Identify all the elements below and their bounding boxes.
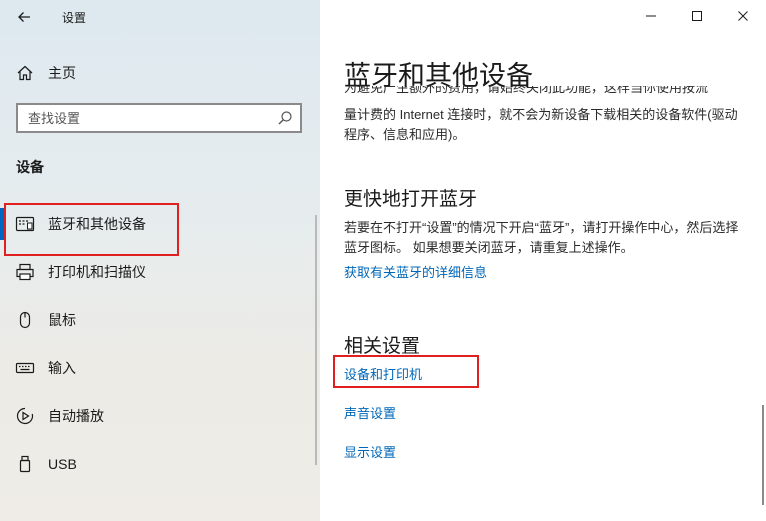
metered-text: 量计费的 Internet 连接时，就不会为新设备下载相关的设备软件(驱动程序、…	[344, 107, 738, 142]
back-arrow-icon	[18, 12, 30, 22]
sidebar-item-printers[interactable]: 打印机和扫描仪	[0, 252, 320, 292]
app-title: 设置	[62, 11, 87, 25]
search-input[interactable]	[18, 105, 278, 131]
related-settings-heading: 相关设置	[344, 336, 421, 357]
close-button[interactable]	[720, 0, 766, 32]
sidebar-item-home[interactable]: 主页	[0, 53, 320, 93]
sidebar-scrollbar[interactable]	[315, 215, 317, 465]
bluetooth-info-link[interactable]: 获取有关蓝牙的详细信息	[344, 262, 487, 281]
close-icon	[738, 11, 748, 21]
search-box	[16, 103, 302, 133]
faster-bluetooth-heading: 更快地打开蓝牙	[344, 189, 478, 210]
mouse-icon	[14, 309, 36, 331]
maximize-button[interactable]	[674, 0, 720, 32]
autoplay-icon	[14, 405, 36, 427]
usb-icon	[14, 453, 36, 475]
maximize-icon	[692, 11, 702, 21]
sound-settings-link[interactable]: 声音设置	[344, 403, 396, 422]
sidebar-item-label: 鼠标	[48, 312, 76, 328]
faster-bluetooth-text: 若要在不打开“设置”的情况下开启“蓝牙”，请打开操作中心，然后选择蓝牙图标。 如…	[344, 220, 739, 255]
home-icon	[14, 62, 36, 84]
back-button[interactable]	[8, 2, 40, 32]
sidebar: 设置 主页 设备 蓝牙和其他设备	[0, 0, 320, 521]
sidebar-item-label: 打印机和扫描仪	[48, 264, 146, 280]
display-settings-link[interactable]: 显示设置	[344, 442, 396, 461]
search-icon[interactable]	[276, 109, 294, 127]
highlight-box-bluetooth	[4, 203, 179, 256]
sidebar-item-mouse[interactable]: 鼠标	[0, 300, 320, 340]
main-content: 蓝牙和其他设备 为避免产生额外的费用，请始终关闭此功能，这样当你使用按流 量计费…	[320, 0, 766, 521]
highlight-box-devices-printers	[333, 355, 479, 388]
partial-text: 为避免产生额外的费用，请始终关闭此功能，这样当你使用按流	[344, 86, 709, 95]
clipped-line: 为避免产生额外的费用，请始终关闭此功能，这样当你使用按流	[344, 86, 744, 97]
minimize-icon	[646, 15, 656, 17]
sidebar-item-label: 自动播放	[48, 408, 104, 424]
sidebar-item-typing[interactable]: 输入	[0, 348, 320, 388]
section-header: 设备	[16, 159, 44, 175]
main-scrollbar[interactable]	[762, 405, 764, 505]
sidebar-item-usb[interactable]: USB	[0, 444, 320, 484]
sidebar-item-label: USB	[48, 456, 77, 472]
printer-icon	[14, 261, 36, 283]
keyboard-icon	[14, 357, 36, 379]
minimize-button[interactable]	[628, 0, 674, 32]
sidebar-item-autoplay[interactable]: 自动播放	[0, 396, 320, 436]
sidebar-item-label: 主页	[48, 65, 76, 81]
sidebar-item-label: 输入	[48, 360, 76, 376]
